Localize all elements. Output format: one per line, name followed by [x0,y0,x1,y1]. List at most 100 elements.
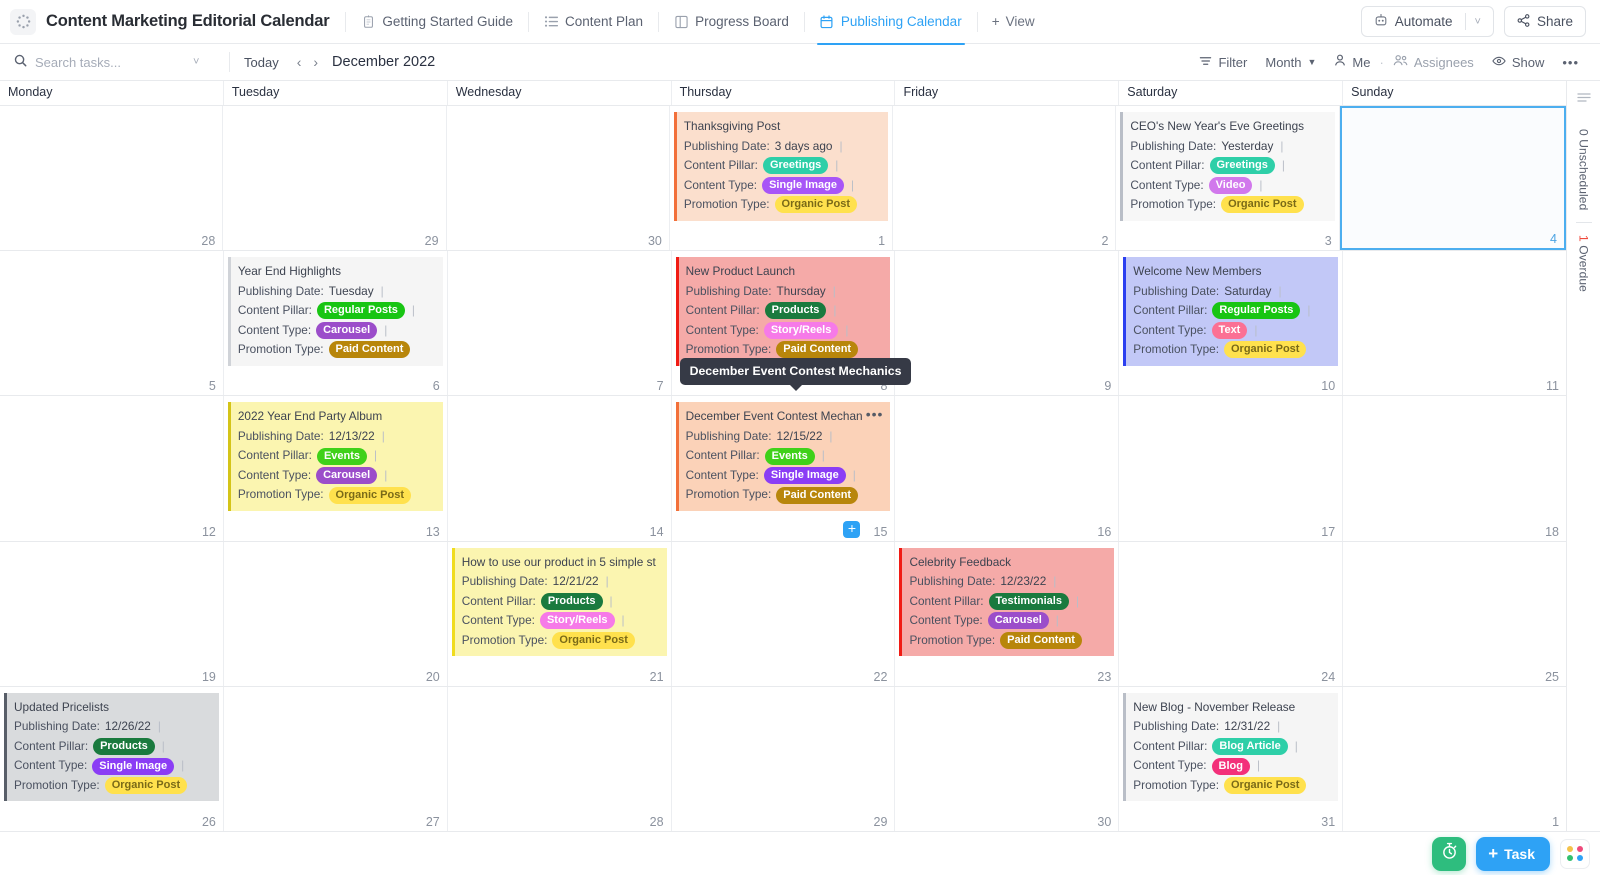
calendar-day-cell[interactable]: 1 [1343,687,1566,831]
calendar-day-cell[interactable]: 30 [895,686,1120,832]
publishing-date-value: Thursday [776,283,826,298]
calendar-day-cell[interactable]: 20 [224,541,448,686]
search-box[interactable]: ˅ [14,54,229,70]
tab-publishing-calendar[interactable]: Publishing Calendar [805,7,977,45]
calendar-day-cell[interactable]: 2022 Year End Party Album Publishing Date… [224,396,448,541]
calendar-day-cell[interactable]: Updated Pricelists Publishing Date: 12/26/… [0,686,224,832]
event-card-field-row: Content Pillar: Events | [686,446,885,466]
day-number: 29 [424,234,439,249]
calendar-day-cell[interactable]: 12 [0,396,224,541]
calendar-day-cell[interactable]: CEO's New Year's Eve Greetings Publishing… [1116,106,1340,251]
prev-month-button[interactable]: ‹ [291,54,308,70]
app-dot [1576,855,1583,861]
promotion-type-badge: Organic Post [328,486,412,504]
calendar-day-cell[interactable]: 22 [672,541,896,686]
add-task-to-day-button[interactable]: + [843,520,861,538]
apps-grid-icon[interactable] [1560,838,1590,869]
eye-icon [1492,55,1506,70]
calendar-day-cell[interactable]: December Event Contest Mechan Publishing … [672,358,912,541]
event-card-field-row: Content Pillar: Products | [462,592,661,612]
calendar-day-cell[interactable]: New Blog - November Release Publishing Da… [1119,686,1344,832]
share-button[interactable]: Share [1503,6,1586,37]
calendar-day-cell[interactable]: 5 [0,251,224,396]
calendar-day-cell[interactable]: 28 [0,106,224,251]
rail-menu-icon[interactable] [1576,91,1591,109]
add-view-button[interactable]: + View [978,14,1049,29]
event-card[interactable]: CEO's New Year's Eve Greetings Publishing… [1120,112,1335,221]
content-pillar-label: Content Pillar: [1133,303,1208,318]
day-number: 18 [1545,524,1560,539]
event-card[interactable]: Updated Pricelists Publishing Date: 12/26/… [4,692,219,802]
chevron-down-icon[interactable]: ˅ [193,56,199,68]
calendar-day-cell[interactable]: Thanksgiving Post Publishing Date: 3 days … [670,106,894,251]
calendar-day-cell[interactable]: 28 [448,686,672,832]
unscheduled-count-label[interactable]: 0 Unscheduled [1577,123,1591,216]
chevron-down-icon[interactable]: ˅ [1475,16,1481,28]
promotion-type-badge: Organic Post [1223,341,1307,359]
search-input[interactable] [35,54,185,70]
event-card[interactable]: New Blog - November Release Publishing Da… [1123,692,1339,802]
today-button[interactable]: Today [230,55,291,70]
start-timer-button[interactable] [1432,836,1467,871]
filter-button[interactable]: Filter [1190,55,1256,70]
calendar-day-cell[interactable]: 17 [1119,396,1344,541]
card-more-menu-icon[interactable]: ••• [866,407,884,421]
calendar-day-cell[interactable]: 14 [448,396,672,541]
add-view-label: View [1005,14,1035,29]
event-card[interactable]: 2022 Year End Party Album Publishing Date… [227,402,443,511]
calendar-day-cell[interactable]: 30 [447,106,670,251]
field-separator: | [609,593,613,608]
calendar-day-cell[interactable]: 2 [893,106,1117,251]
calendar-day-cell[interactable]: 29 [672,686,896,832]
tab-getting-started-guide[interactable]: Getting Started Guide [346,7,528,37]
tab-progress-board[interactable]: Progress Board [659,7,804,37]
calendar-day-cell[interactable]: 4 [1339,106,1566,251]
calendar-day-cell[interactable]: Welcome New Members Publishing Date: Satur… [1119,251,1344,396]
overdue-count-label[interactable]: 1 Overdue [1577,229,1591,298]
content-type-label: Content Type: [683,177,758,192]
show-button[interactable]: Show [1483,55,1554,70]
tab-label: Getting Started Guide [382,14,513,29]
me-filter-button[interactable]: Me [1325,54,1379,70]
event-card[interactable]: New Product Launch Publishing Date: Thursd… [675,257,891,366]
event-card[interactable]: How to use our product in 5 simple st Pub… [451,547,667,657]
calendar-day-cell[interactable]: 27 [224,686,448,832]
board-icon [674,15,688,29]
event-card-field-row: Content Pillar: Products | [686,301,885,321]
calendar-day-cell[interactable]: 25 [1343,542,1566,686]
event-card-title: Year End Highlights [237,264,342,279]
event-card-field-row: Content Pillar: Greetings | [684,156,882,176]
event-card-field-row: Promotion Type: Paid Content [909,631,1108,651]
calendar-day-cell[interactable]: 16 [895,396,1120,541]
clickup-logo-icon[interactable] [10,8,36,35]
view-mode-dropdown[interactable]: Month ▼ [1256,55,1325,70]
content-pillar-label: Content Pillar: [909,593,984,608]
calendar-day-cell[interactable]: Year End Highlights Publishing Date: Tuesd… [224,251,448,396]
new-task-button[interactable]: + Task [1476,836,1550,871]
event-card-field-row: Content Pillar: Blog Article | [1133,737,1332,757]
calendar-day-cell[interactable]: 29 [223,106,447,251]
next-month-button[interactable]: › [307,54,324,70]
calendar-day-cell[interactable]: 19 [0,541,224,686]
calendar-day-cell[interactable]: 11 [1343,251,1566,395]
event-card[interactable]: Welcome New Members Publishing Date: Satur… [1123,257,1339,366]
assignees-filter-button[interactable]: Assignees [1384,54,1483,70]
event-card[interactable]: Thanksgiving Post Publishing Date: 3 days … [673,112,889,221]
event-card[interactable]: Celebrity Feedback Publishing Date: 12/23/… [899,547,1115,657]
day-number: 21 [649,669,664,684]
calendar-day-cell[interactable]: How to use our product in 5 simple st Pub… [448,541,672,686]
plus-icon: + [991,14,1000,29]
calendar-day-cell[interactable]: 18 [1343,396,1566,540]
more-options-button[interactable]: ••• [1553,55,1588,70]
event-card[interactable]: December Event Contest Mechan Publishing … [675,402,891,511]
chevron-down-icon: ▼ [1307,57,1317,67]
field-separator: | [1075,593,1080,608]
tab-content-plan[interactable]: Content Plan [529,7,658,37]
calendar-day-cell[interactable]: Celebrity Feedback Publishing Date: 12/23/… [895,541,1120,686]
calendar-day-cell[interactable]: 9 [895,251,1120,396]
automate-button[interactable]: Automate ˅ [1360,6,1494,37]
calendar-day-cell[interactable]: 24 [1119,541,1344,686]
content-type-badge: Carousel [987,612,1049,630]
calendar-day-cell[interactable]: 7 [448,251,672,396]
event-card[interactable]: Year End Highlights Publishing Date: Tuesd… [227,257,443,366]
